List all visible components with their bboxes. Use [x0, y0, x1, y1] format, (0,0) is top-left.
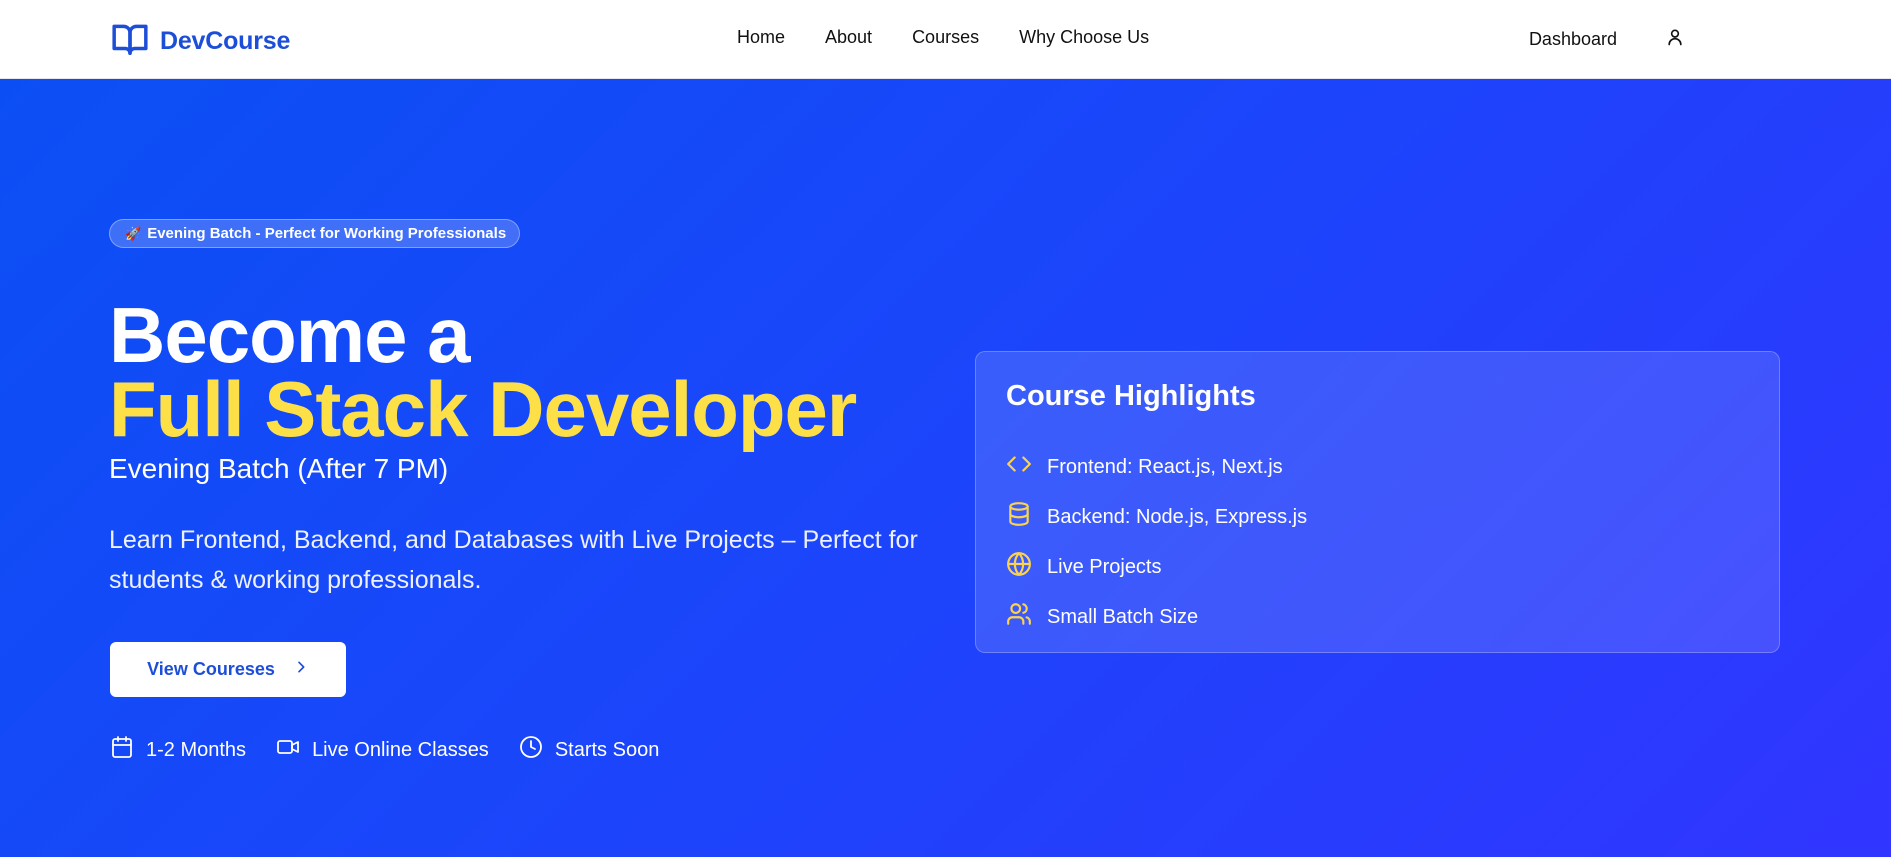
book-open-icon — [110, 20, 150, 63]
view-courses-label: View Coureses — [147, 659, 275, 679]
list-item: Live Projects — [1006, 542, 1307, 592]
nav-why-choose-us[interactable]: Why Choose Us — [1019, 27, 1149, 48]
badge-text: Evening Batch - Perfect for Working Prof… — [147, 225, 507, 242]
meta-start: Starts Soon — [519, 735, 660, 765]
database-icon — [1006, 501, 1032, 533]
rocket-icon: 🚀 — [125, 225, 142, 241]
hero-section: 🚀 Evening Batch - Perfect for Working Pr… — [0, 79, 1891, 857]
view-courses-button[interactable]: View Coureses — [110, 642, 346, 697]
user-icon[interactable] — [1665, 27, 1685, 52]
hero-description: Learn Frontend, Backend, and Databases w… — [109, 526, 918, 594]
meta-format: Live Online Classes — [276, 735, 489, 765]
globe-icon — [1006, 551, 1032, 583]
brand-logo[interactable]: DevCourse — [110, 20, 290, 63]
users-icon — [1006, 601, 1032, 633]
main-nav: Home About Courses Why Choose Us — [737, 27, 1149, 48]
nav-courses[interactable]: Courses — [912, 27, 979, 48]
batch-badge: 🚀 Evening Batch - Perfect for Working Pr… — [109, 219, 521, 248]
nav-dashboard[interactable]: Dashboard — [1529, 29, 1617, 50]
nav-actions: Dashboard — [1529, 27, 1685, 52]
course-highlights-card: Course Highlights Frontend: React.js, Ne… — [975, 351, 1780, 653]
highlight-text: Small Batch Size — [1047, 605, 1199, 628]
highlights-list: Frontend: React.js, Next.js Backend: Nod… — [1006, 442, 1307, 642]
meta-duration: 1-2 Months — [110, 735, 246, 765]
meta-format-text: Live Online Classes — [312, 738, 489, 761]
hero-title: Become a Full Stack Developer — [109, 291, 857, 453]
nav-home[interactable]: Home — [737, 27, 785, 48]
highlight-text: Frontend: React.js, Next.js — [1047, 455, 1283, 478]
meta-duration-text: 1-2 Months — [146, 738, 247, 761]
meta-start-text: Starts Soon — [554, 738, 660, 761]
brand-name: DevCourse — [160, 27, 291, 55]
highlights-title: Course Highlights — [1006, 380, 1256, 412]
navbar: DevCourse Home About Courses Why Choose … — [0, 0, 1891, 79]
title-line-2: Full Stack Developer — [109, 365, 857, 453]
list-item: Backend: Node.js, Express.js — [1006, 492, 1307, 542]
hero-subtitle: Evening Batch (After 7 PM) — [109, 453, 449, 484]
nav-about[interactable]: About — [825, 27, 872, 48]
clock-icon — [519, 735, 543, 765]
list-item: Small Batch Size — [1006, 592, 1307, 642]
calendar-icon — [110, 735, 134, 765]
code-icon — [1006, 451, 1032, 483]
highlight-text: Live Projects — [1047, 555, 1162, 578]
video-icon — [276, 735, 300, 765]
highlight-text: Backend: Node.js, Express.js — [1047, 505, 1308, 528]
course-meta: 1-2 Months Live Online Classes Starts So… — [110, 735, 659, 765]
chevron-right-icon — [293, 659, 309, 680]
list-item: Frontend: React.js, Next.js — [1006, 442, 1307, 492]
title-line-1: Become a — [109, 291, 471, 379]
